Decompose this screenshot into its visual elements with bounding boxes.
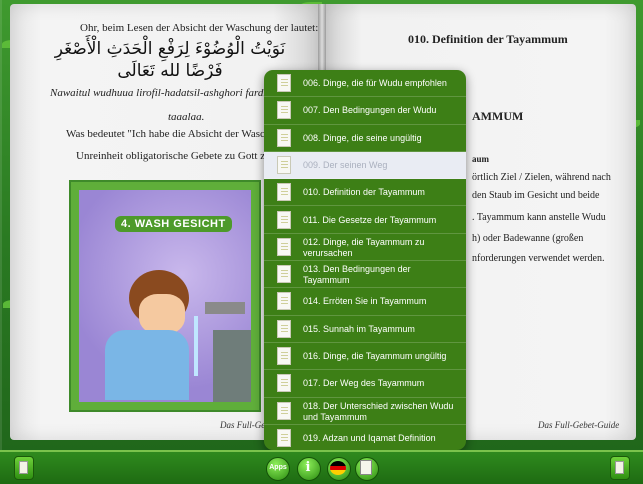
body-line: örtlich Ziel / Zielen, während nach <box>472 172 611 183</box>
document-icon <box>277 237 291 256</box>
menu-item-label: 009. Der seinen Weg <box>303 159 388 170</box>
bottom-toolbar <box>0 450 643 484</box>
menu-item-label: 016. Dinge, die Tayammum ungültig <box>303 351 447 361</box>
document-icon <box>277 183 291 202</box>
body-line: nforderungen verwendet werden. <box>472 253 605 264</box>
body-line: den Staub im Gesicht und beide <box>472 190 600 201</box>
document-icon <box>277 428 291 447</box>
faucet <box>205 302 245 314</box>
body-line: h) oder Badewanne (großen <box>472 233 584 244</box>
boy-face <box>139 294 185 334</box>
menu-item-label: 013. Den Bedingungen der Tayammum <box>303 264 411 286</box>
menu-item[interactable]: 018. Der Unterschied zwischen Wudu und T… <box>264 398 466 425</box>
transliteration-line: Nawaitul wudhuua lirofil-hadatsil-ashgho… <box>50 87 287 99</box>
wash-face-illustration: 4. WASH GESICHT <box>69 180 261 412</box>
document-icon <box>277 265 291 284</box>
body-line: . Tayammum kann anstelle Wudu <box>472 212 606 223</box>
menu-item[interactable]: 019. Adzan und Iqamat Definition <box>264 425 466 450</box>
document-icon <box>277 210 291 229</box>
menu-item[interactable]: 008. Dinge, die seine ungültig <box>264 125 466 152</box>
chapter-popup-menu: 006. Dinge, die für Wudu empfohlen 007. … <box>264 70 466 450</box>
meaning-text: Unreinheit obligatorische Gebete zu Gott… <box>76 150 288 162</box>
chapter-title: 010. Definition der Tayammum <box>408 32 568 46</box>
document-glyph <box>360 460 372 475</box>
right-page-footer: Das Full-Gebet-Guide <box>538 420 620 430</box>
menu-item[interactable]: 016. Dinge, die Tayammum ungültig <box>264 343 466 371</box>
menu-item[interactable]: 007. Den Bedingungen der Wudu <box>264 97 466 125</box>
left-page-footer: Das Full-Ge <box>220 420 266 430</box>
section-subheading: aum <box>472 154 490 164</box>
document-icon <box>277 401 291 420</box>
menu-item-label: 015. Sunnah im Tayammum <box>303 323 415 334</box>
right-page-icon[interactable] <box>610 456 630 480</box>
wall-sink <box>213 330 251 402</box>
menu-item[interactable]: 010. Definition der Tayammum <box>264 179 466 207</box>
menu-item[interactable]: 014. Erröten Sie in Tayammum <box>264 288 466 316</box>
left-page-icon[interactable] <box>14 456 34 480</box>
transliteration-line: taaalaa. <box>168 111 205 123</box>
menu-item-label: 018. Der Unterschied zwischen Wudu und T… <box>303 400 454 422</box>
menu-item-label: 007. Den Bedingungen der Wudu <box>303 105 437 116</box>
document-icon <box>277 128 291 147</box>
info-glyph: i <box>305 460 311 475</box>
boy-body <box>105 330 189 400</box>
menu-item-label: 019. Adzan und Iqamat Definition <box>303 432 436 443</box>
section-heading: AMMUM <box>472 109 524 123</box>
apps-label: Apps <box>269 464 287 471</box>
menu-item-label: 006. Dinge, die für Wudu empfohlen <box>303 78 447 88</box>
document-icon <box>277 74 291 92</box>
illustration-title: 4. WASH GESICHT <box>115 216 232 232</box>
menu-item-label: 011. Die Gesetze der Tayammum <box>303 214 437 225</box>
water-stream <box>194 316 198 376</box>
menu-item[interactable]: 013. Den Bedingungen der Tayammum <box>264 261 466 289</box>
document-icon <box>277 319 291 338</box>
menu-item-label: 012. Dinge, die Tayammum zu verursachen <box>303 236 425 258</box>
menu-item-label: 014. Erröten Sie in Tayammum <box>303 296 427 307</box>
document-icon <box>277 101 291 120</box>
document-icon <box>277 374 291 393</box>
menu-item[interactable]: 006. Dinge, die für Wudu empfohlen <box>264 70 466 98</box>
intro-text: Ohr, beim Lesen der Absicht der Waschung… <box>80 22 319 34</box>
menu-item-label: 017. Der Weg des Tayammum <box>303 378 425 389</box>
menu-item[interactable]: 011. Die Gesetze der Tayammum <box>264 207 466 234</box>
document-icon <box>277 347 291 365</box>
illustration-background: 4. WASH GESICHT <box>79 190 251 402</box>
arabic-intention-text: نَوَيْتُ الْوُضُوْءَ لِرَفْعِ الْحَدَثِ … <box>54 39 286 81</box>
menu-item[interactable]: 017. Der Weg des Tayammum <box>264 370 466 398</box>
menu-item-selected[interactable]: 009. Der seinen Weg <box>264 151 466 180</box>
menu-item-label: 010. Definition der Tayammum <box>303 187 425 198</box>
document-icon <box>277 155 291 174</box>
meaning-text: Was bedeutet "Ich habe die Absicht der W… <box>66 128 287 140</box>
german-flag <box>330 461 346 475</box>
menu-item-label: 008. Dinge, die seine ungültig <box>303 132 422 143</box>
menu-item[interactable]: 012. Dinge, die Tayammum zu verursachen <box>264 234 466 262</box>
menu-item[interactable]: 015. Sunnah im Tayammum <box>264 316 466 343</box>
document-icon <box>277 292 291 311</box>
